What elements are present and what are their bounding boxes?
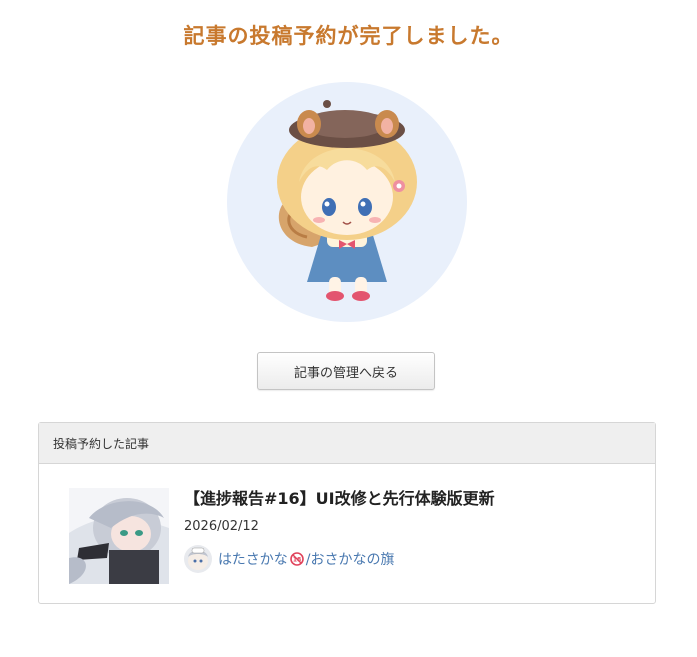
author-link[interactable]: はたさかな 18 /おさかなの旗 — [218, 549, 394, 569]
author-name: はたさかな — [218, 552, 288, 568]
author-suffix: /おさかなの旗 — [305, 552, 395, 568]
article-date: 2026/02/12 — [184, 519, 259, 534]
page-title: 記事の投稿予約が完了しました。 — [183, 24, 514, 48]
back-to-article-management-button[interactable]: 記事の管理へ戻る — [257, 352, 435, 390]
mascot-illustration — [227, 82, 467, 322]
no-18-icon: 18 — [289, 552, 304, 566]
author-row: はたさかな 18 /おさかなの旗 — [184, 545, 394, 573]
article-thumbnail[interactable] — [69, 488, 169, 584]
scheduled-article-panel: 投稿予約した記事 【進捗報告#16】UI改修と先行体験版更新 2026/02/1… — [38, 422, 656, 604]
article-title-link[interactable]: 【進捗報告#16】UI改修と先行体験版更新 — [184, 485, 495, 509]
author-avatar[interactable] — [184, 545, 212, 573]
panel-header: 投稿予約した記事 — [39, 423, 655, 464]
